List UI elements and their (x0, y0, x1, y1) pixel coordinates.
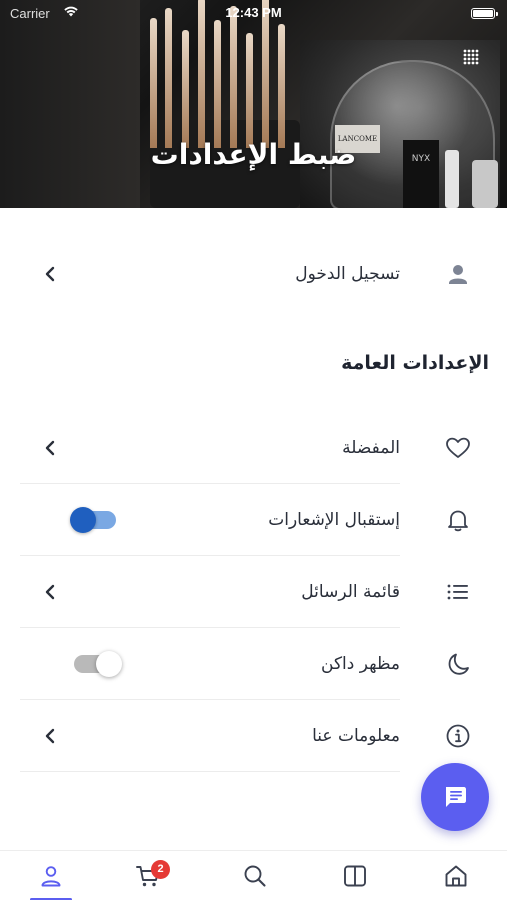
login-row[interactable]: تسجيل الدخول (20, 238, 492, 310)
settings-item-messages[interactable]: قائمة الرسائل (20, 556, 492, 628)
heart-icon (444, 434, 472, 462)
nav-search[interactable] (242, 863, 268, 889)
settings-item-dark-mode: مظهر داكن (20, 628, 492, 700)
battery-icon (471, 8, 498, 19)
bell-icon (444, 506, 472, 534)
moon-icon (444, 650, 472, 678)
book-icon (344, 865, 366, 887)
search-icon (244, 865, 266, 887)
chevron-left-icon (40, 582, 60, 602)
page-title: ضبط الإعدادات (150, 138, 357, 171)
chat-fab-button[interactable] (421, 763, 489, 831)
nav-home[interactable] (443, 863, 469, 889)
status-time: 12:43 PM (225, 5, 282, 20)
header-image: LANCOME NYX (0, 0, 507, 208)
home-icon (445, 865, 467, 887)
cart-badge: 2 (151, 860, 170, 879)
dark-mode-label: مظهر داكن (321, 654, 400, 674)
status-bar: Carrier 12:43 PM (0, 0, 507, 28)
chevron-left-icon (40, 726, 60, 746)
nav-profile[interactable] (30, 863, 72, 900)
bottom-nav (0, 850, 507, 900)
chevron-left-icon (40, 264, 60, 284)
nav-catalog[interactable] (342, 863, 368, 889)
chevron-left-icon (40, 438, 60, 458)
notifications-label: إستقبال الإشعارات (268, 510, 400, 530)
user-icon (444, 260, 472, 288)
chat-icon (446, 787, 466, 807)
list-icon (444, 578, 472, 606)
dark-mode-toggle[interactable] (74, 651, 122, 677)
login-label: تسجيل الدخول (295, 264, 400, 284)
section-title-general: الإعدادات العامة (341, 352, 489, 374)
grid-dots-icon[interactable] (462, 48, 482, 68)
settings-item-about[interactable]: معلومات عنا (20, 700, 492, 772)
favorites-label: المفضلة (342, 438, 400, 458)
notifications-toggle[interactable] (70, 507, 116, 533)
settings-item-favorites[interactable]: المفضلة (20, 412, 492, 484)
profile-icon (41, 866, 61, 887)
info-icon (444, 722, 472, 750)
about-label: معلومات عنا (312, 726, 400, 746)
messages-label: قائمة الرسائل (301, 582, 400, 602)
settings-item-notifications: إستقبال الإشعارات (20, 484, 492, 556)
